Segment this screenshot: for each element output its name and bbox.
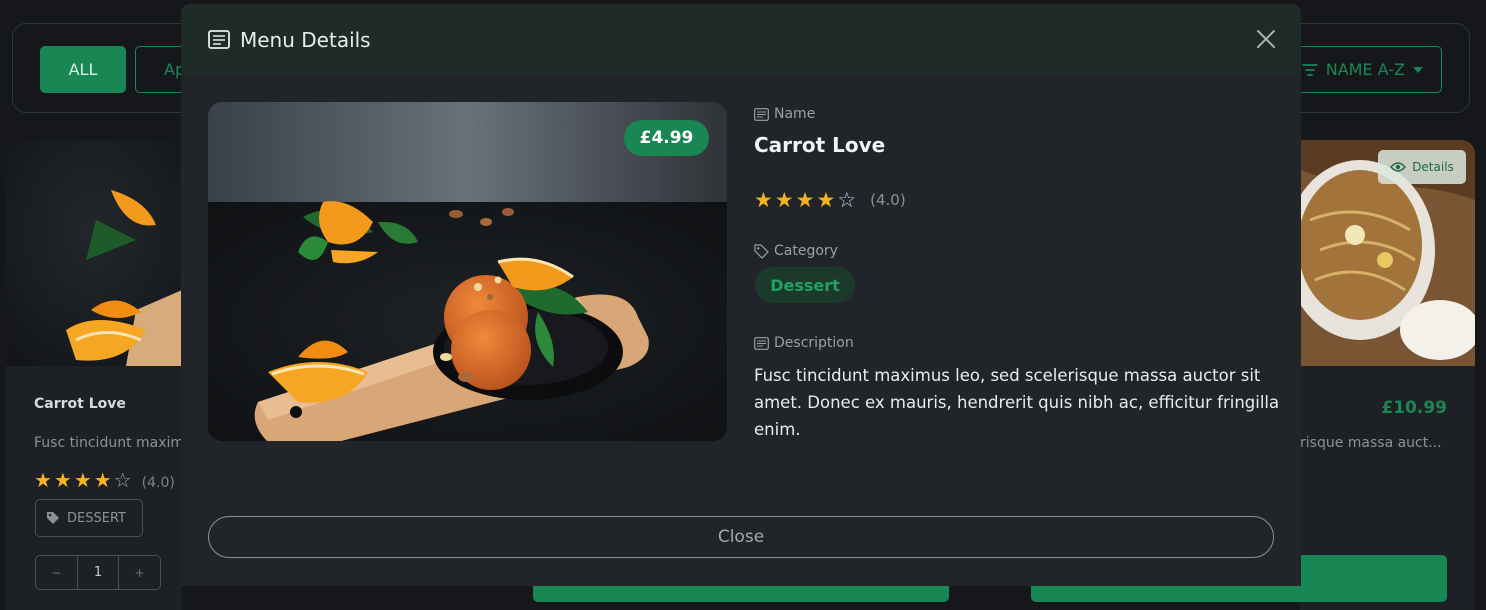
tag-icon — [47, 512, 59, 524]
menu-card: Details £10.99 risque massa auct... — [1300, 140, 1475, 610]
description-label: Description — [774, 335, 854, 351]
category-field-label: Category — [754, 243, 838, 259]
filter-all-button[interactable]: ALL — [40, 46, 126, 93]
card-text-icon — [754, 107, 769, 121]
category-tag: DESSERT — [35, 499, 143, 537]
price-badge: £4.99 — [624, 120, 709, 156]
rating-value: (4.0) — [870, 191, 906, 209]
description-field-label: Description — [754, 335, 854, 351]
dish-description: Fusc tincidunt maximus leo, sed sceleris… — [754, 366, 1280, 439]
category-label: Category — [774, 243, 838, 259]
card-text-icon — [754, 336, 769, 350]
category-badge: Dessert — [755, 267, 855, 303]
chevron-down-icon — [1413, 66, 1423, 73]
stars-filled: ★★★★ — [34, 468, 114, 492]
menu-card-price: £10.99 — [1381, 398, 1447, 418]
sort-icon — [1301, 63, 1318, 76]
name-field-label: Name — [754, 106, 815, 122]
sort-label: NAME A-Z — [1325, 60, 1405, 79]
stars-empty: ☆ — [113, 468, 134, 492]
star-rating: ★★★★☆ (4.0) — [34, 468, 175, 492]
card-text-icon — [208, 30, 230, 49]
modal-title: Menu Details — [240, 27, 371, 52]
menu-card-title: Carrot Love — [34, 396, 126, 412]
star-rating: ★★★★☆ (4.0) — [754, 188, 906, 212]
qty-value[interactable]: 1 — [78, 556, 120, 589]
category-tag-label: DESSERT — [67, 510, 126, 526]
name-label: Name — [774, 106, 816, 122]
close-icon[interactable] — [1255, 28, 1277, 50]
quantity-stepper: − 1 + — [35, 555, 161, 590]
details-button[interactable]: Details — [1378, 150, 1466, 184]
dish-name: Carrot Love — [754, 133, 886, 157]
stars-filled: ★★★★ — [754, 188, 838, 212]
eye-icon — [1390, 162, 1407, 172]
details-label: Details — [1412, 160, 1454, 174]
menu-details-modal: Menu Details £4.99 Name Carrot Love ★★★★… — [181, 4, 1301, 586]
qty-increase-button[interactable]: + — [119, 556, 160, 589]
tag-icon — [754, 243, 769, 259]
rating-value: (4.0) — [141, 475, 175, 491]
stars-empty: ☆ — [837, 188, 859, 212]
menu-card-image — [6, 140, 182, 366]
modal-header: Menu Details — [181, 4, 1301, 75]
menu-card-description: risque massa auct... — [1300, 435, 1442, 451]
menu-card-description: Fusc tincidunt maxim — [34, 435, 182, 451]
menu-card: Carrot Love Fusc tincidunt maxim ★★★★☆ (4… — [6, 140, 182, 610]
qty-decrease-button[interactable]: − — [36, 556, 78, 589]
close-button[interactable]: Close — [208, 516, 1274, 558]
